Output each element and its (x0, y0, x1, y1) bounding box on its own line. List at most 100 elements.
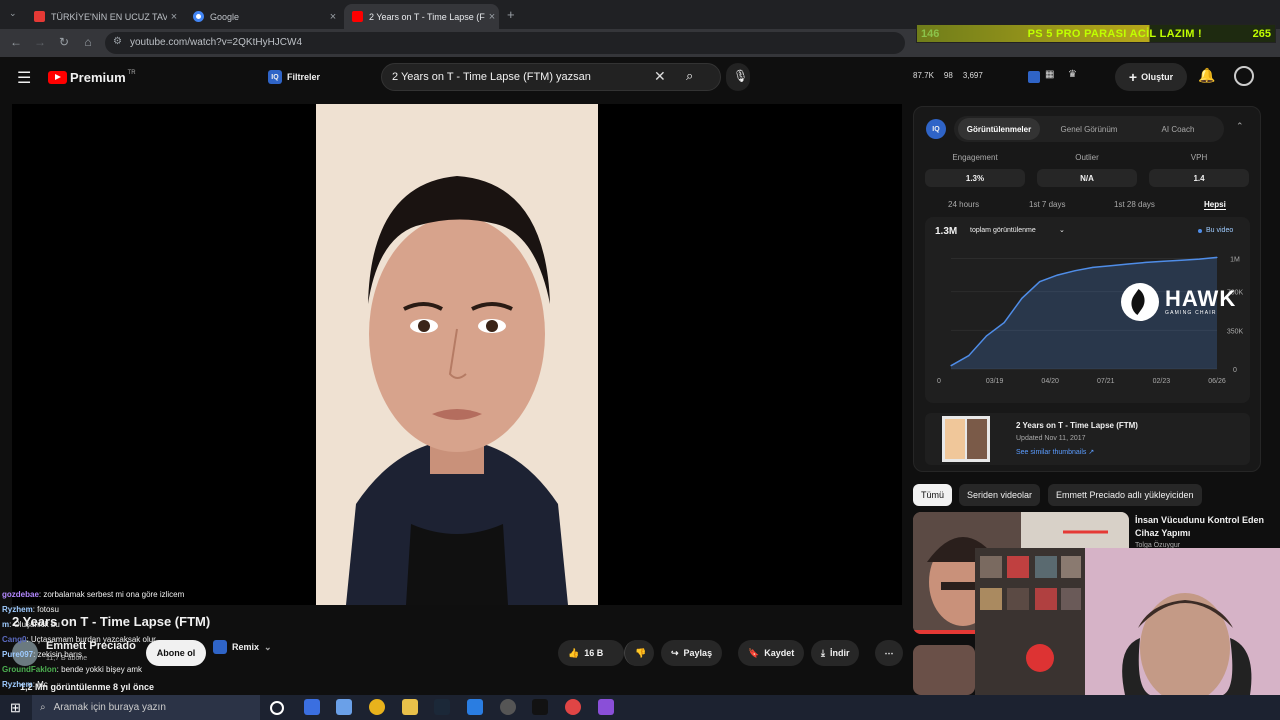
vidiq-icon: IQ (926, 119, 946, 139)
discord-icon[interactable] (598, 699, 614, 715)
like-button[interactable]: 👍 16 B (558, 640, 624, 666)
range-28d[interactable]: 1st 28 days (1114, 200, 1155, 209)
url-text: youtube.com/watch?v=2QKtHyHJCW4 (130, 37, 303, 48)
tab-views[interactable]: Görüntülenmeler (958, 118, 1040, 140)
tab-1[interactable]: TÜRKİYE'NİN EN UCUZ TAVUK × (26, 4, 181, 29)
range-24h[interactable]: 24 hours (948, 200, 979, 209)
chart-point (1127, 263, 1129, 265)
video-info-card: 2 Years on T - Time Lapse (FTM) Updated … (925, 413, 1250, 465)
close-icon[interactable]: × (485, 11, 499, 23)
new-tab-plus-icon[interactable]: + (507, 7, 515, 22)
app-icon[interactable] (467, 699, 483, 715)
dislike-button[interactable]: 👎 (624, 640, 654, 666)
collapse-chevron-icon[interactable]: ⌃ (1236, 121, 1244, 132)
download-label: İndir (829, 648, 850, 658)
chart-point (968, 355, 970, 357)
rec-title[interactable]: İnsan Vücudunu Kontrol Eden Cihaz Yapımı (1135, 514, 1275, 540)
video-frame-image (316, 104, 598, 605)
cortana-icon[interactable] (270, 701, 284, 715)
app-icon[interactable] (304, 699, 320, 715)
obs-icon[interactable] (500, 699, 516, 715)
steam-icon[interactable] (434, 699, 450, 715)
chart-point (1163, 260, 1165, 262)
tab-3-active[interactable]: 2 Years on T - Time Lapse (FTM) × (344, 4, 499, 29)
chat-message: : fotosu (32, 605, 59, 614)
chat-line: Cang0: Uçtasamam burdan yazcaksak olur (2, 632, 262, 647)
share-icon: ↪ (671, 647, 679, 658)
file-explorer-icon[interactable] (402, 699, 418, 715)
chart-point (1216, 256, 1218, 259)
chip-all[interactable]: Tümü (913, 484, 953, 506)
share-button[interactable]: ↪ Paylaş (661, 640, 723, 666)
forward-arrow-icon[interactable]: → (32, 35, 48, 49)
chart-point (1056, 274, 1058, 276)
range-7d[interactable]: 1st 7 days (1029, 200, 1065, 209)
vidiq-analytics-panel: IQ Görüntülenmeler Genel Görünüm AI Coac… (913, 106, 1261, 472)
chrome-icon[interactable] (369, 699, 385, 715)
chart-point (1180, 259, 1183, 261)
save-button[interactable]: 🔖 Kaydet (738, 640, 805, 666)
vidiq-icon: IQ (268, 70, 282, 84)
x-tick-label: 0 (937, 378, 941, 385)
url-field[interactable]: ⚙ youtube.com/watch?v=2QKtHyHJCW4 (105, 32, 905, 54)
vidiq-icon[interactable] (1028, 71, 1040, 83)
search-input[interactable]: 2 Years on T - Time Lapse (FTM) yazsan ✕… (381, 63, 721, 91)
metric-vph-value: 1.4 (1149, 169, 1249, 187)
home-icon[interactable]: ⌂ (80, 35, 96, 49)
chip-uploader[interactable]: Emmett Preciado adlı yükleyiciden (1048, 484, 1202, 506)
avatar[interactable] (1234, 66, 1254, 86)
chart-point (1198, 258, 1200, 260)
tab-2[interactable]: Google × (185, 4, 340, 29)
chat-line: m: Oluşanick bu (2, 617, 262, 632)
youtube-favicon-icon (352, 11, 363, 22)
more-button[interactable]: ⋯ (875, 640, 903, 666)
chrome-icon[interactable] (565, 699, 581, 715)
windows-start-icon[interactable]: ⊞ (10, 700, 21, 716)
store-icon[interactable] (336, 699, 352, 715)
close-icon[interactable]: × (167, 11, 181, 23)
reload-icon[interactable]: ↻ (56, 35, 72, 49)
filters-label: Filtreler (287, 72, 321, 82)
tab-overview[interactable]: Genel Görünüm (1046, 118, 1132, 140)
site-info-icon[interactable]: ⚙ (113, 36, 122, 47)
x-tick-label: 06/26 (1208, 378, 1226, 385)
rec-thumbnail-2[interactable] (913, 645, 975, 695)
range-all[interactable]: Hepsi (1204, 200, 1226, 210)
tab-list-chevron-icon[interactable]: ⌄ (9, 8, 17, 19)
youtube-play-logo-icon (48, 71, 67, 84)
similar-thumbnails-link[interactable]: See similar thumbnails ↗ (1016, 448, 1094, 456)
grid-icon[interactable]: ▦ (1045, 69, 1054, 80)
menu-icon[interactable]: ☰ (17, 68, 31, 88)
trophy-icon[interactable]: ♛ (1068, 69, 1077, 80)
back-arrow-icon[interactable]: ← (8, 35, 24, 49)
taskbar-search[interactable]: ⌕ Aramak için buraya yazın (32, 695, 260, 720)
voice-search-button[interactable]: 🎙 (726, 63, 750, 91)
notification-bell-icon[interactable]: 🔔 (1198, 67, 1215, 84)
tab-ai-coach[interactable]: AI Coach (1136, 118, 1220, 140)
stat-1: 87.7K (913, 71, 934, 80)
close-icon[interactable]: × (326, 11, 340, 23)
clear-search-icon[interactable]: ✕ (654, 68, 666, 85)
video-thumbnail[interactable] (942, 416, 990, 462)
filters-button[interactable]: IQ Filtreler (268, 70, 320, 84)
chat-line: Ryzhem: fotosu (2, 602, 262, 617)
plus-icon: + (1128, 69, 1138, 85)
create-button[interactable]: + Oluştur (1115, 63, 1187, 91)
goal-text: PS 5 PRO PARASI ACİL LAZIM ! (1027, 27, 1203, 40)
download-button[interactable]: ⤓ İndir (811, 640, 860, 666)
logo-text: Premium (70, 70, 126, 85)
youtube-logo[interactable]: Premium TR (48, 70, 136, 85)
chat-message: : zekisin barış (33, 650, 83, 659)
chevron-down-icon: ⌄ (264, 641, 272, 652)
chat-message: : bende yokki bişey amk (56, 665, 143, 674)
watermark-subtitle: GAMING CHAIR (1165, 310, 1217, 316)
search-icon[interactable]: ⌕ (686, 68, 693, 84)
video-player[interactable] (12, 104, 902, 605)
chip-series[interactable]: Seriden videolar (959, 484, 1041, 506)
logo-region: TR (127, 69, 136, 76)
app-icon[interactable] (532, 699, 548, 715)
bookmark-icon: 🔖 (748, 647, 760, 658)
more-dots-icon: ⋯ (884, 647, 894, 658)
metric-label: Outlier (1075, 153, 1099, 162)
share-label: Paylaş (683, 648, 713, 658)
